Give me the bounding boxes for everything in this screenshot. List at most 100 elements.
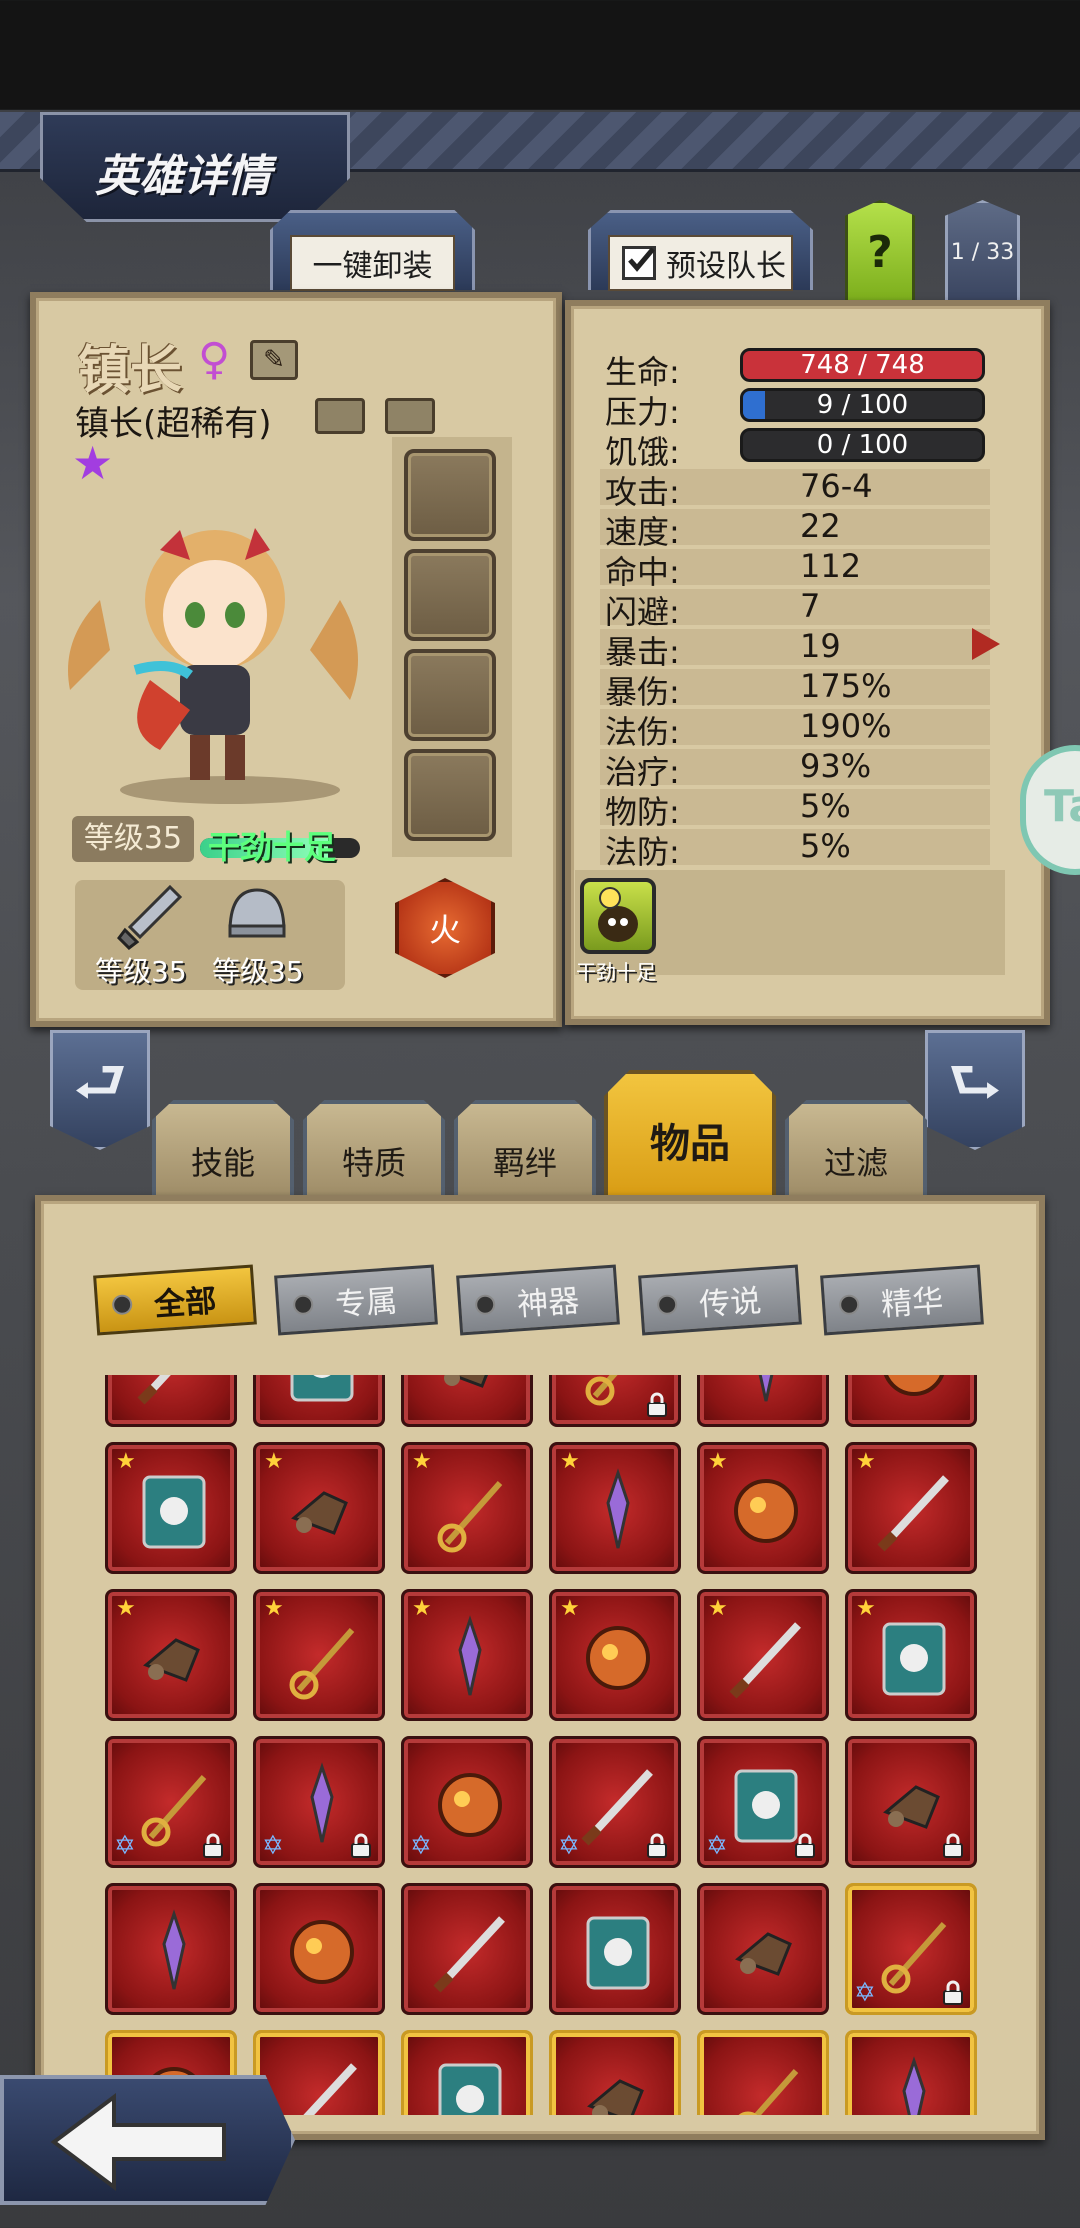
preset-leader-toggle[interactable]: 预设队长 [608, 235, 793, 291]
inventory-item[interactable] [697, 1883, 829, 2015]
accessory-slot-1[interactable] [404, 449, 496, 541]
inventory-item[interactable]: ✡ [253, 1736, 385, 1868]
inventory-item[interactable] [845, 2030, 977, 2115]
items-grid[interactable]: ★ ★ ★ ★ ★ ★ ★ ★ ★ ★ ★ ★ ✡ ✡ ✡ ✡ ✡ ✡ [95, 1375, 995, 2115]
inventory-item[interactable]: ★ [105, 1589, 237, 1721]
swap-icon[interactable] [315, 398, 365, 434]
item-art-icon [303, 2063, 357, 2115]
accessory-slot-2[interactable] [404, 549, 496, 641]
item-art-icon [587, 2079, 644, 2115]
inventory-item[interactable]: ★ [549, 1442, 681, 1574]
inventory-item[interactable]: ★ [697, 1589, 829, 1721]
preset-leader-label: 预设队长 [666, 249, 786, 284]
stress-bar: 9 / 100 [740, 388, 985, 422]
weapon-level: 等级35 [95, 955, 187, 988]
filter-legendary[interactable]: 传说 [638, 1264, 802, 1336]
tab-items[interactable]: 物品 [604, 1070, 776, 1200]
next-hero-button[interactable]: ⮑ [925, 1030, 1025, 1150]
tab-traits[interactable]: 特质 [303, 1100, 445, 1200]
stress-value: 9 / 100 [816, 390, 909, 420]
inventory-item[interactable] [401, 2030, 533, 2115]
item-star-icon: ★ [412, 1449, 432, 1474]
item-art-icon [586, 1626, 650, 1690]
inventory-item[interactable]: ★ [253, 1442, 385, 1574]
item-art-icon [458, 1615, 482, 1696]
hunger-value: 0 / 100 [816, 430, 909, 460]
item-star-icon: ★ [264, 1449, 284, 1474]
inventory-item[interactable] [401, 1375, 533, 1427]
item-set-icon: ✡ [262, 1831, 284, 1861]
inventory-item[interactable]: ★ [401, 1442, 533, 1574]
item-star-icon: ★ [560, 1596, 580, 1621]
inventory-item[interactable]: ✡ [549, 1736, 681, 1868]
back-button[interactable] [0, 2075, 295, 2205]
stat-value: 7 [800, 587, 821, 625]
inventory-item[interactable] [253, 1375, 385, 1427]
inventory-item[interactable] [845, 1375, 977, 1427]
item-art-icon [433, 1916, 505, 1993]
prev-hero-button[interactable]: ⮐ [50, 1030, 150, 1150]
item-art-icon [143, 1638, 200, 1682]
inventory-item[interactable] [697, 2030, 829, 2115]
item-art-icon [902, 2056, 926, 2115]
inventory-item[interactable]: ★ [253, 1589, 385, 1721]
item-art-icon [729, 1622, 801, 1699]
inventory-item[interactable]: ★ [549, 1589, 681, 1721]
item-star-icon: ★ [264, 1596, 284, 1621]
item-art-icon [877, 1475, 949, 1552]
item-set-icon: ✡ [854, 1978, 876, 2008]
inventory-item[interactable]: ★ [845, 1589, 977, 1721]
accessory-slot-3[interactable] [404, 649, 496, 741]
lock-icon [647, 1833, 667, 1858]
energized-buff-icon[interactable] [580, 878, 656, 954]
hp-value: 748 / 748 [800, 350, 925, 380]
item-art-icon [162, 1909, 186, 1990]
inventory-item[interactable] [549, 2030, 681, 2115]
sword-icon[interactable] [115, 882, 185, 952]
inventory-item[interactable] [845, 1736, 977, 1868]
item-art-icon [444, 1375, 489, 1388]
page-counter: 1 / 33 [945, 200, 1020, 305]
tab-bonds[interactable]: 羁绊 [454, 1100, 596, 1200]
page-title: 英雄详情 [95, 151, 271, 202]
lock-icon [943, 1833, 963, 1858]
filter-exclusive-label: 专属 [334, 1282, 399, 1323]
filter-all-label: 全部 [153, 1282, 218, 1323]
inventory-item[interactable]: ★ [105, 1442, 237, 1574]
stat-value: 190% [800, 707, 892, 745]
inventory-item[interactable] [549, 1883, 681, 2015]
unequip-all-button[interactable]: 一键卸装 [290, 235, 455, 291]
item-art-icon [882, 1622, 946, 1696]
filter-artifact[interactable]: 神器 [456, 1264, 620, 1336]
inventory-item[interactable] [549, 1375, 681, 1427]
info-icon[interactable] [385, 398, 435, 434]
stat-value: 19 [800, 627, 841, 665]
hero-level-badge: 等级35 [72, 816, 194, 862]
inventory-item[interactable]: ★ [697, 1442, 829, 1574]
inventory-item[interactable]: ★ [845, 1442, 977, 1574]
rename-icon[interactable]: ✎ [250, 340, 298, 380]
inventory-item[interactable]: ✡ [845, 1883, 977, 2015]
inventory-item[interactable]: ★ [401, 1589, 533, 1721]
inventory-item[interactable] [697, 1375, 829, 1427]
tab-skills[interactable]: 技能 [152, 1100, 294, 1200]
inventory-item[interactable]: ✡ [105, 1736, 237, 1868]
tab-filter[interactable]: 过滤 [785, 1100, 927, 1200]
filter-legendary-dot [656, 1294, 678, 1316]
item-art-icon [290, 1920, 354, 1984]
inventory-item[interactable] [105, 1883, 237, 2015]
filter-exclusive[interactable]: 专属 [274, 1264, 438, 1336]
inventory-item[interactable] [253, 1883, 385, 2015]
inventory-item[interactable] [401, 1883, 533, 2015]
inventory-item[interactable]: ✡ [697, 1736, 829, 1868]
accessory-slot-4[interactable] [404, 749, 496, 841]
inventory-item[interactable] [105, 1375, 237, 1427]
help-button[interactable]: ? [845, 200, 915, 305]
item-star-icon: ★ [856, 1449, 876, 1474]
inventory-item[interactable]: ✡ [401, 1736, 533, 1868]
helmet-icon[interactable] [222, 882, 292, 952]
filter-essence[interactable]: 精华 [820, 1264, 984, 1336]
expand-arrow-icon[interactable] [972, 628, 1000, 660]
filter-all[interactable]: 全部 [93, 1264, 257, 1336]
stat-value: 175% [800, 667, 892, 705]
